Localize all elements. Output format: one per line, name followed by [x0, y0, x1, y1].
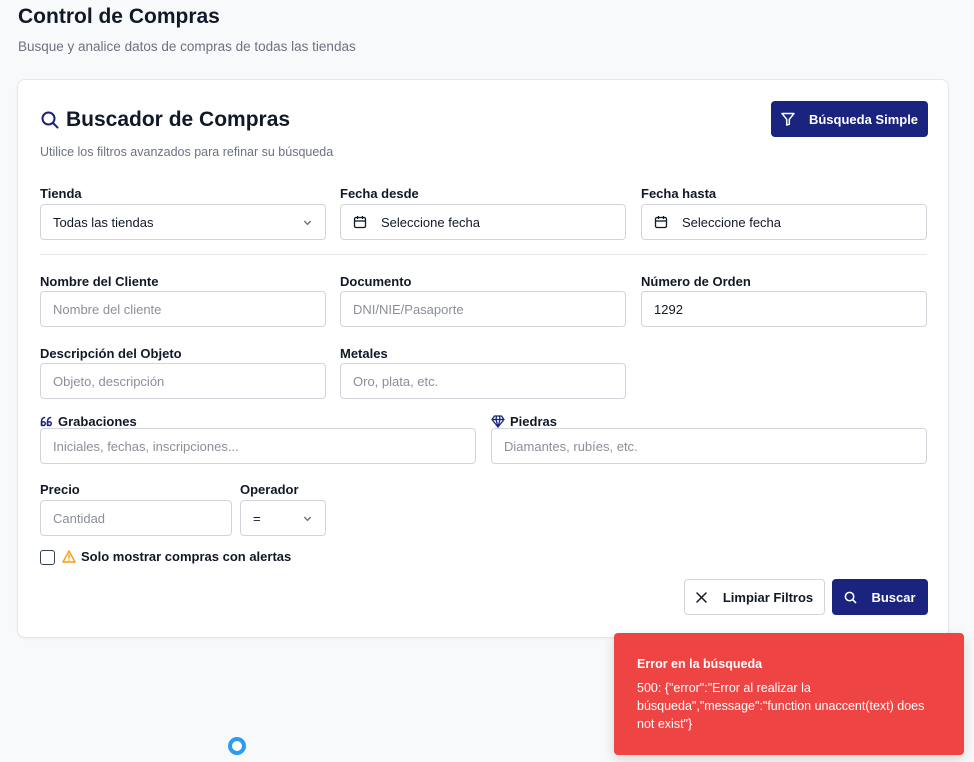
descripcion-label: Descripción del Objeto	[40, 346, 182, 361]
fecha-hasta-value: Seleccione fecha	[682, 214, 782, 230]
piedras-label-text: Piedras	[510, 414, 557, 429]
search-button-label: Buscar	[871, 589, 916, 605]
grabaciones-label-text: Grabaciones	[58, 414, 137, 429]
quote-icon	[40, 416, 53, 426]
page-title: Control de Compras	[18, 5, 220, 28]
toast-title: Error en la búsqueda	[637, 657, 763, 671]
descripcion-input[interactable]: Objeto, descripción	[40, 363, 326, 399]
chevron-down-icon	[303, 516, 312, 522]
nombre-cliente-input[interactable]: Nombre del cliente	[40, 291, 326, 327]
divider	[40, 254, 927, 255]
grabaciones-label: Grabaciones	[40, 414, 137, 429]
search-icon	[41, 111, 59, 129]
clear-filters-label: Limpiar Filtros	[722, 589, 814, 605]
piedras-label: Piedras	[491, 414, 557, 429]
precio-input[interactable]: Cantidad	[40, 500, 232, 536]
operador-value: =	[253, 510, 261, 526]
search-card: Buscador de Compras Utilice los filtros …	[17, 79, 949, 638]
alertas-label-text: Solo mostrar compras con alertas	[81, 549, 292, 564]
fecha-hasta-label: Fecha hasta	[641, 186, 717, 201]
metales-label: Metales	[340, 346, 388, 361]
fecha-desde-label: Fecha desde	[340, 186, 419, 201]
close-icon	[696, 591, 707, 603]
clear-filters-button[interactable]: Limpiar Filtros	[684, 579, 825, 615]
card-title: Buscador de Compras	[66, 108, 291, 131]
fecha-desde-value: Seleccione fecha	[381, 214, 481, 230]
chevron-down-icon	[303, 220, 312, 226]
loading-spinner	[228, 737, 246, 755]
simple-search-button[interactable]: Búsqueda Simple	[771, 101, 928, 137]
card-subtitle: Utilice los filtros avanzados para refin…	[40, 145, 334, 159]
documento-input[interactable]: DNI/NIE/Pasaporte	[340, 291, 626, 327]
search-button[interactable]: Buscar	[832, 579, 928, 615]
tienda-value: Todas las tiendas	[53, 214, 154, 230]
numero-orden-input[interactable]: 1292	[641, 291, 927, 327]
calendar-icon	[654, 216, 668, 229]
documento-label: Documento	[340, 274, 412, 289]
alertas-label[interactable]: Solo mostrar compras con alertas	[62, 549, 291, 564]
calendar-icon	[353, 216, 367, 229]
fecha-desde-picker[interactable]: Seleccione fecha	[340, 204, 626, 240]
metales-input[interactable]: Oro, plata, etc.	[340, 363, 626, 399]
nombre-cliente-label: Nombre del Cliente	[40, 274, 159, 289]
error-toast[interactable]: Error en la búsqueda 500: {"error":"Erro…	[614, 633, 964, 755]
page-subtitle: Busque y analice datos de compras de tod…	[18, 39, 356, 54]
alertas-checkbox[interactable]	[40, 550, 55, 565]
precio-label: Precio	[40, 482, 80, 497]
tienda-select[interactable]: Todas las tiendas	[40, 204, 326, 240]
search-icon	[845, 591, 857, 603]
fecha-hasta-picker[interactable]: Seleccione fecha	[641, 204, 927, 240]
grabaciones-input[interactable]: Iniciales, fechas, inscripciones...	[40, 428, 476, 464]
warning-icon	[62, 550, 76, 563]
filter-icon	[781, 112, 795, 126]
gem-icon	[491, 415, 505, 428]
piedras-input[interactable]: Diamantes, rubíes, etc.	[491, 428, 927, 464]
tienda-label: Tienda	[40, 186, 82, 201]
numero-orden-label: Número de Orden	[641, 274, 751, 289]
operador-label: Operador	[240, 482, 299, 497]
simple-search-label: Búsqueda Simple	[808, 111, 919, 127]
operador-select[interactable]: =	[240, 500, 326, 536]
toast-message: 500: {"error":"Error al realizar la búsq…	[637, 681, 925, 731]
